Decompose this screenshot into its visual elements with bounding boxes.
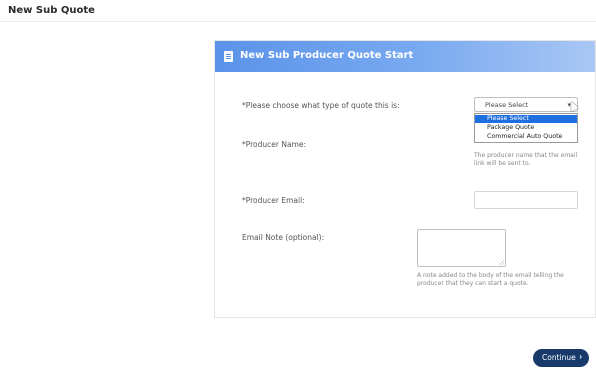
quote-type-option-package[interactable]: Package Quote [475, 124, 577, 132]
email-note-hint: A note added to the body of the email te… [417, 272, 564, 287]
producer-name-hint: The producer name that the email link wi… [474, 152, 578, 167]
quote-type-selected-value: Please Select [485, 101, 529, 109]
chevron-right-icon: › [579, 352, 582, 361]
document-icon [224, 51, 233, 62]
producer-email-label: *Producer Email: [242, 196, 305, 205]
page-divider [0, 21, 596, 22]
card-title: New Sub Producer Quote Start [240, 50, 414, 61]
quote-start-card: New Sub Producer Quote Start *Please cho… [214, 40, 596, 318]
card-header: New Sub Producer Quote Start [215, 41, 595, 72]
email-note-textarea[interactable] [417, 229, 506, 267]
quote-type-select[interactable]: Please Select ▾ [474, 97, 578, 112]
continue-label: Continue [542, 353, 576, 362]
producer-name-label: *Producer Name: [242, 140, 307, 149]
quote-type-option-commercial-auto[interactable]: Commercial Auto Quote [475, 133, 577, 141]
email-note-label: Email Note (optional): [242, 233, 325, 242]
page-title: New Sub Quote [8, 5, 95, 16]
quote-type-label: *Please choose what type of quote this i… [242, 101, 400, 110]
quote-type-dropdown: Please Select Package Quote Commercial A… [474, 113, 578, 143]
resize-handle-icon[interactable] [499, 260, 504, 265]
continue-button[interactable]: Continue › [533, 349, 589, 367]
producer-email-input[interactable] [474, 191, 578, 209]
quote-type-option-please-select[interactable]: Please Select [475, 115, 577, 123]
